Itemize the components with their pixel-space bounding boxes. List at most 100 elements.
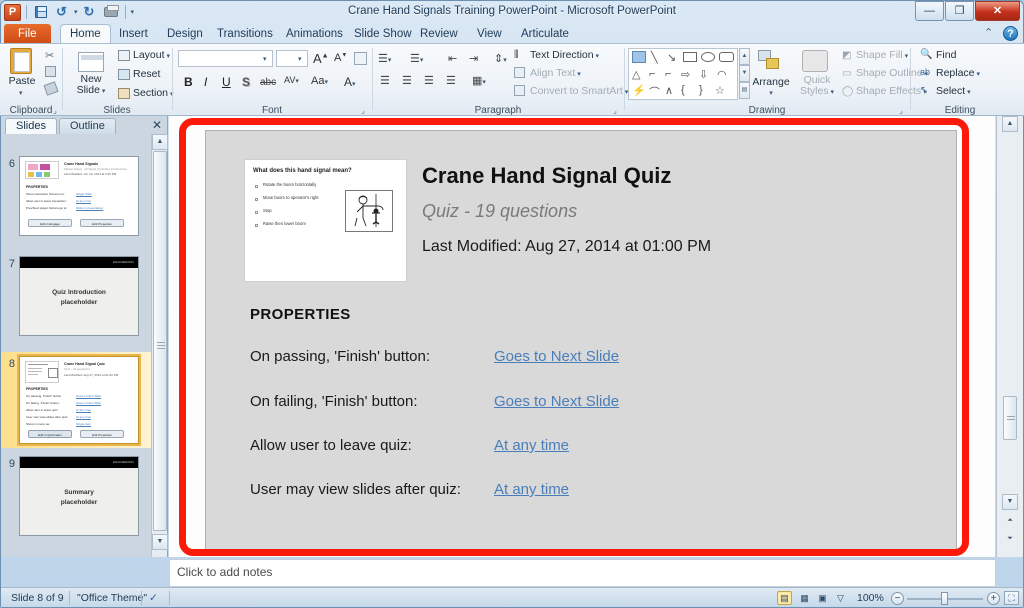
slide-view-scrollbar[interactable]: ▲ ▼ ⏶ ⏷	[996, 116, 1023, 557]
decrease-indent-icon[interactable]: ⇤	[448, 52, 457, 65]
align-center-icon[interactable]: ☰	[402, 74, 412, 87]
scroll-down-arrow-icon[interactable]: ▼	[1002, 494, 1018, 510]
property-value-on-passing[interactable]: Goes to Next Slide	[494, 348, 619, 365]
tab-view[interactable]: View	[468, 24, 511, 44]
select-button[interactable]: Select ▾	[936, 84, 971, 100]
tab-file[interactable]: File	[4, 24, 51, 44]
underline-button[interactable]: U	[222, 75, 231, 89]
help-icon[interactable]: ?	[1003, 26, 1018, 41]
copy-icon[interactable]	[45, 66, 56, 77]
text-shadow-button[interactable]: S	[242, 75, 250, 89]
zoom-in-button[interactable]: +	[987, 592, 1000, 605]
convert-to-smartart-button[interactable]: Convert to SmartArt ▾	[530, 84, 628, 100]
layout-button[interactable]: Layout ▾	[133, 48, 170, 64]
font-size-input[interactable]	[276, 50, 308, 67]
tab-insert[interactable]: Insert	[110, 24, 157, 44]
slide-sorter-view-button[interactable]: ▦	[797, 591, 812, 605]
bold-button[interactable]: B	[184, 75, 193, 89]
bullets-icon[interactable]: ☰▾	[378, 52, 391, 65]
new-slide-button[interactable]: New Slide ▾	[70, 74, 112, 97]
shapes-gallery[interactable]: ╲ ↘ △ ⌐ ⌐ ⇨ ⇩ ◠ ⚡ ⌒ ∧ { } ☆	[628, 48, 738, 100]
clear-formatting-icon[interactable]	[354, 52, 367, 65]
minimize-ribbon-icon[interactable]: ⌃	[984, 27, 997, 40]
font-dialog-launcher[interactable]: ⌟	[358, 106, 368, 116]
normal-view-button[interactable]: ▤	[777, 591, 792, 605]
shrink-font-button[interactable]: A▼	[334, 52, 347, 64]
scroll-up-arrow-icon[interactable]: ▲	[1002, 116, 1018, 132]
tab-slides[interactable]: Slides	[5, 118, 57, 134]
tab-animations[interactable]: Animations	[277, 24, 352, 44]
clipboard-dialog-launcher[interactable]: ⌟	[50, 106, 60, 116]
zoom-out-button[interactable]: −	[891, 592, 904, 605]
minimize-button[interactable]: —	[915, 1, 944, 21]
thumbnail-slide-9[interactable]: 9 ENGINEERING Summary placeholder	[1, 456, 151, 536]
paste-caret-icon[interactable]: ▾	[19, 89, 23, 97]
theme-name[interactable]: "Office Theme"	[77, 592, 147, 604]
font-color-button[interactable]: A▾	[344, 75, 356, 89]
thumbnail-slide-7[interactable]: 7 ENGINEERING Quiz Introduction placehol…	[1, 256, 151, 336]
property-value-allow-leave[interactable]: At any time	[494, 437, 569, 454]
line-spacing-icon[interactable]: ⇕▾	[494, 52, 507, 65]
redo-button[interactable]: ↻	[81, 3, 99, 21]
notes-pane[interactable]: Click to add notes	[169, 559, 996, 587]
quick-styles-button[interactable]: Quick Styles ▾	[796, 75, 838, 98]
previous-slide-button[interactable]: ⏶	[1002, 514, 1018, 530]
tab-review[interactable]: Review	[411, 24, 467, 44]
save-button[interactable]	[32, 3, 50, 21]
align-left-icon[interactable]: ☰	[380, 74, 390, 87]
close-pane-icon[interactable]: ✕	[152, 118, 162, 132]
columns-icon[interactable]: ▦▾	[472, 74, 486, 87]
numbering-icon[interactable]: ☰▾	[410, 52, 423, 65]
font-name-caret-icon[interactable]: ▾	[263, 55, 267, 63]
shapes-scroll-up-button[interactable]: ▲	[739, 48, 750, 65]
arrange-button[interactable]: Arrange ▾	[750, 77, 792, 99]
close-button[interactable]: ✕	[975, 1, 1020, 21]
maximize-button[interactable]: ❐	[945, 1, 974, 21]
slide-show-view-button[interactable]: ▽	[833, 591, 848, 605]
shapes-more-button[interactable]: ▤	[739, 82, 750, 99]
slide-indicator[interactable]: Slide 8 of 9	[11, 592, 64, 604]
scroll-up-arrow-icon[interactable]: ▲	[152, 134, 168, 150]
undo-dropdown-caret-icon[interactable]: ▾	[74, 8, 78, 16]
undo-button[interactable]: ↺	[53, 3, 71, 21]
justify-icon[interactable]: ☰	[446, 74, 456, 87]
scrollbar-thumb[interactable]	[1003, 396, 1017, 440]
slide-thumbnail-list[interactable]: 6 Crane Hand Signals Master Panel - 19 S…	[1, 134, 151, 557]
strikethrough-button[interactable]: abc	[260, 77, 276, 88]
customize-quick-access-caret-icon[interactable]: ▾	[131, 8, 135, 16]
thumbnail-slide-8[interactable]: 8 Crane Hand Signal Quiz Quiz - 19 quest…	[1, 354, 151, 446]
reset-button[interactable]: Reset	[133, 67, 160, 81]
drawing-dialog-launcher[interactable]: ⌟	[896, 106, 906, 116]
slide-edit-area[interactable]: What does this hand signal mean? Rotate …	[169, 116, 995, 557]
zoom-level-label[interactable]: 100%	[857, 592, 884, 604]
text-direction-button[interactable]: Text Direction ▾	[530, 48, 599, 64]
tab-slide-show[interactable]: Slide Show	[345, 24, 421, 44]
slides-pane-scrollbar[interactable]: ▲ ▼	[151, 134, 168, 557]
find-button[interactable]: Find	[936, 48, 956, 62]
cut-icon[interactable]: ✂	[45, 49, 54, 62]
property-value-on-failing[interactable]: Goes to Next Slide	[494, 393, 619, 410]
tab-articulate[interactable]: Articulate	[512, 24, 578, 44]
shape-fill-button[interactable]: Shape Fill ▾	[856, 48, 908, 64]
next-slide-button[interactable]: ⏷	[1002, 532, 1018, 548]
zoom-slider-handle[interactable]	[941, 592, 948, 605]
property-value-view-after[interactable]: At any time	[494, 481, 569, 498]
tab-outline[interactable]: Outline	[59, 118, 116, 134]
reading-view-button[interactable]: ▣	[815, 591, 830, 605]
replace-button[interactable]: Replace ▾	[936, 66, 980, 82]
tab-home[interactable]: Home	[60, 24, 111, 44]
increase-indent-icon[interactable]: ⇥	[469, 52, 478, 65]
section-button[interactable]: Section ▾	[133, 86, 174, 102]
scroll-down-arrow-icon[interactable]: ▼	[152, 534, 168, 550]
font-name-input[interactable]	[178, 50, 273, 67]
paste-button[interactable]: Paste	[0, 76, 44, 87]
align-right-icon[interactable]: ☰	[424, 74, 434, 87]
italic-button[interactable]: I	[204, 75, 207, 89]
slide-canvas[interactable]: What does this hand signal mean? Rotate …	[205, 130, 957, 554]
powerpoint-logo-icon[interactable]: P	[4, 3, 21, 21]
scrollbar-thumb[interactable]	[153, 151, 167, 531]
format-painter-icon[interactable]	[43, 81, 59, 96]
grow-font-button[interactable]: A▲	[313, 51, 329, 66]
tab-design[interactable]: Design	[158, 24, 212, 44]
character-spacing-button[interactable]: AV▾	[284, 75, 299, 85]
